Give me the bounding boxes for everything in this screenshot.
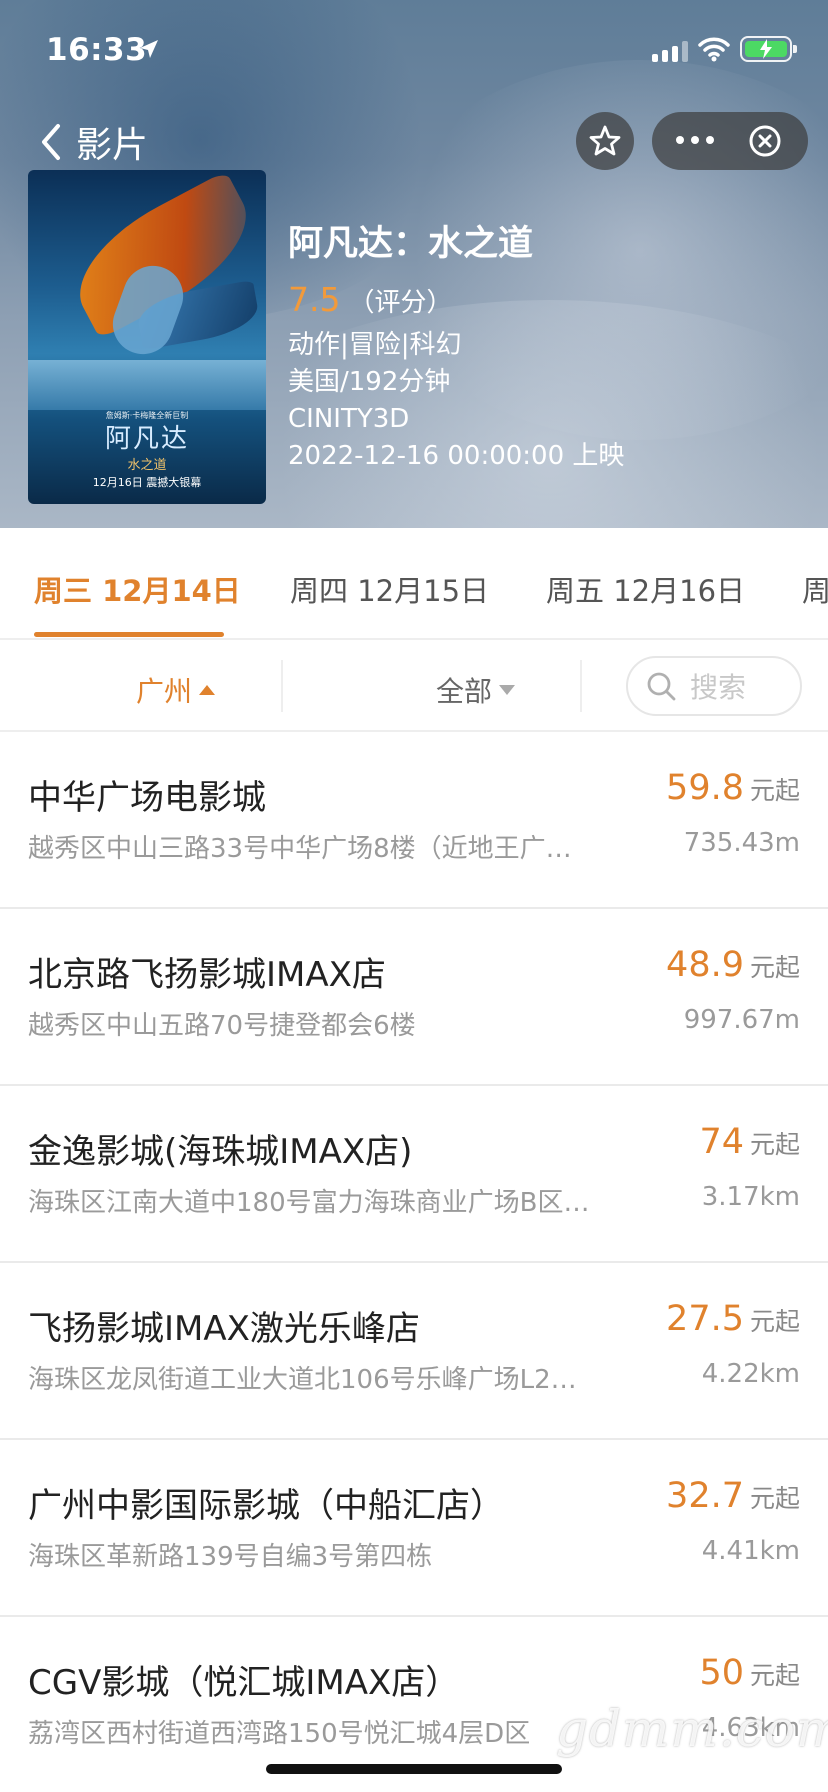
caret-up-icon	[199, 685, 216, 695]
movie-release-date: 2022-12-16 00:00:00 上映	[288, 441, 625, 471]
price-value: 59.8	[666, 768, 744, 808]
cinema-item[interactable]: 北京路飞扬影城IMAX店 越秀区中山五路70号捷登都会6楼 48.9 元起 997…	[0, 909, 828, 1086]
price-unit: 元起	[749, 953, 800, 982]
price-unit: 元起	[749, 1661, 800, 1690]
cinema-address: 越秀区中山五路70号捷登都会6楼	[28, 1011, 416, 1041]
category-filter-label: 全部	[436, 675, 493, 708]
movie-rating: 7.5 （评分）	[288, 280, 624, 319]
nav-bar: 影片	[0, 108, 828, 172]
poster-subtitle: 水之道	[127, 458, 167, 473]
watermark: gdmm.com	[556, 1700, 828, 1758]
movie-region-duration: 美国/192分钟	[288, 367, 451, 397]
battery-charging-icon	[740, 36, 797, 62]
movie-title: 阿凡达：水之道	[288, 224, 534, 264]
price-value: 27.5	[666, 1299, 744, 1339]
close-miniprogram-icon[interactable]	[748, 124, 782, 158]
cinema-address: 荔湾区西村街道西湾路150号悦汇城4层D区	[28, 1719, 531, 1749]
cinema-price: 74 元起	[699, 1122, 800, 1162]
cinema-distance: 997.67m	[683, 1005, 800, 1035]
cinema-price: 32.7 元起	[666, 1476, 800, 1516]
rating-label: （评分）	[348, 288, 453, 318]
city-filter-label: 广州	[136, 675, 193, 708]
cinema-address: 海珠区革新路139号自编3号第四栋	[28, 1542, 433, 1572]
price-unit: 元起	[749, 1307, 800, 1336]
category-filter[interactable]: 全部	[436, 670, 516, 710]
cinema-address: 海珠区江南大道中180号富力海珠商业广场B区…	[28, 1188, 590, 1218]
cinema-item[interactable]: 中华广场电影城 越秀区中山三路33号中华广场8楼（近地王广… 59.8 元起 73…	[0, 732, 828, 909]
movie-genres: 动作|冒险|科幻	[288, 330, 462, 360]
cinema-name: CGV影城（悦汇城IMAX店）	[28, 1663, 460, 1703]
active-tab-indicator	[34, 632, 224, 637]
cinema-item[interactable]: 金逸影城(海珠城IMAX店) 海珠区江南大道中180号富力海珠商业广场B区… 7…	[0, 1086, 828, 1263]
cinema-address: 越秀区中山三路33号中华广场8楼（近地王广…	[28, 834, 572, 864]
price-unit: 元起	[749, 1484, 800, 1513]
cinema-name: 中华广场电影城	[28, 778, 266, 818]
movie-poster: 詹姆斯·卡梅隆全新巨制 阿凡达 水之道 12月16日 震撼大银幕	[28, 170, 266, 504]
movie-header: 16:33 影片 詹姆斯·卡梅隆全新巨制 阿凡达 水之道 12月16日 震撼大银…	[0, 0, 828, 528]
cinema-distance: 4.22km	[701, 1359, 800, 1389]
poster-title: 阿凡达	[104, 424, 189, 454]
cinema-name: 北京路飞扬影城IMAX店	[28, 955, 386, 995]
cellular-signal-icon	[652, 40, 688, 62]
price-value: 32.7	[666, 1476, 744, 1516]
rating-score: 7.5	[288, 280, 341, 319]
tab-date-1216[interactable]: 周五 12月16日	[546, 568, 745, 610]
cinema-name: 金逸影城(海珠城IMAX店)	[28, 1132, 413, 1172]
tab-date-1214[interactable]: 周三 12月14日	[34, 568, 241, 610]
city-filter[interactable]: 广州	[136, 670, 216, 710]
cinema-price: 48.9 元起	[666, 945, 800, 985]
date-tabs: 周三 12月14日 周四 12月15日 周五 12月16日 周	[0, 528, 828, 640]
favorite-button[interactable]	[576, 112, 634, 170]
status-time: 16:33	[46, 32, 148, 68]
tab-date-1215[interactable]: 周四 12月15日	[290, 568, 489, 610]
filter-bar: 广州 全部 搜索	[0, 640, 828, 732]
cinema-name: 广州中影国际影城（中船汇店）	[28, 1486, 504, 1526]
star-icon	[589, 125, 621, 156]
back-chevron-icon[interactable]	[36, 122, 66, 162]
location-arrow-icon	[140, 40, 158, 58]
cinema-name: 飞扬影城IMAX激光乐峰店	[28, 1309, 420, 1349]
status-bar: 16:33	[0, 28, 828, 72]
price-unit: 元起	[749, 776, 800, 805]
cinema-distance: 4.41km	[701, 1536, 800, 1566]
movie-format: CINITY3D	[288, 404, 410, 434]
price-value: 74	[699, 1122, 744, 1162]
movie-info: 阿凡达：水之道 7.5 （评分） 动作|冒险|科幻 美国/192分钟 CINIT…	[288, 222, 624, 475]
tab-date-next[interactable]: 周	[802, 568, 828, 610]
cinema-distance: 735.43m	[683, 828, 800, 858]
caret-down-icon	[499, 685, 516, 695]
search-input[interactable]: 搜索	[626, 656, 802, 716]
cinema-item[interactable]: 飞扬影城IMAX激光乐峰店 海珠区龙凤街道工业大道北106号乐峰广场L2… 27…	[0, 1263, 828, 1440]
cinema-price: 59.8 元起	[666, 768, 800, 808]
price-unit: 元起	[749, 1130, 800, 1159]
search-placeholder: 搜索	[690, 671, 747, 704]
wifi-icon	[698, 37, 730, 62]
price-value: 48.9	[666, 945, 744, 985]
home-indicator[interactable]	[266, 1764, 562, 1774]
cinema-distance: 3.17km	[701, 1182, 800, 1212]
cinema-price: 50 元起	[699, 1653, 800, 1693]
poster-date: 12月16日 震撼大银幕	[92, 476, 202, 489]
search-icon	[647, 672, 676, 701]
more-options-icon[interactable]	[676, 136, 714, 144]
cinema-item[interactable]: 广州中影国际影城（中船汇店） 海珠区革新路139号自编3号第四栋 32.7 元起 …	[0, 1440, 828, 1617]
back-button-label[interactable]: 影片	[76, 116, 148, 168]
cinema-price: 27.5 元起	[666, 1299, 800, 1339]
miniprogram-capsule	[652, 112, 808, 170]
price-value: 50	[699, 1653, 744, 1693]
cinema-list: 中华广场电影城 越秀区中山三路33号中华广场8楼（近地王广… 59.8 元起 73…	[0, 732, 828, 1792]
cinema-address: 海珠区龙凤街道工业大道北106号乐峰广场L2…	[28, 1365, 577, 1395]
